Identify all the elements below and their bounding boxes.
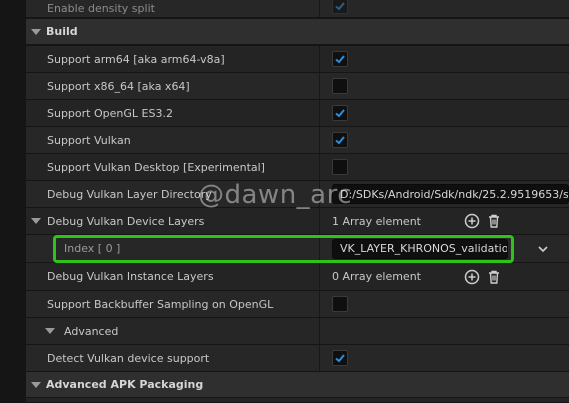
enable-density-split-label: Enable density split [47,2,155,15]
clear-elements-button[interactable] [485,268,503,286]
add-element-button[interactable] [463,212,481,230]
row-support-opengl-es32: Support OpenGL ES3.2 [26,100,569,127]
check-icon [335,354,345,363]
column-divider [319,0,320,17]
row-detect-vulkan-device-support: Detect Vulkan device support [26,345,569,372]
row-debug-vulkan-instance-layers: Debug Vulkan Instance Layers 0 Array ele… [26,263,569,291]
section-advanced-apk-packaging[interactable]: Advanced APK Packaging [26,372,569,398]
support-vulkan-label: Support Vulkan [47,133,131,147]
plus-circle-icon [464,213,480,229]
row-support-x86-64: Support x86_64 [aka x64] [26,73,569,100]
trash-icon [488,214,499,228]
row-support-arm64: Support arm64 [aka arm64-v8a] [26,46,569,73]
column-divider [319,46,320,72]
element-options-button[interactable] [534,240,552,258]
index-0-label: Index [ 0 ] [64,242,121,255]
column-divider [319,291,320,317]
column-divider [319,127,320,153]
add-element-button[interactable] [463,268,481,286]
expand-caret-icon[interactable] [31,218,41,224]
column-divider [319,100,320,126]
row-support-vulkan: Support Vulkan [26,127,569,154]
debug-vulkan-layer-directory-label: Debug Vulkan Layer Directory [47,187,212,201]
check-icon [335,1,345,10]
column-divider [319,345,320,371]
support-arm64-checkbox[interactable] [332,51,348,67]
column-divider [319,263,320,290]
trash-icon [488,270,499,284]
index-0-input[interactable]: VK_LAYER_KHRONOS_validation [332,238,508,259]
row-enable-density-split: Enable density split [26,0,569,18]
build-section-title: Build [46,25,78,38]
column-divider [319,318,320,344]
row-partial [26,398,569,403]
watermark-text: @dawn_arc [198,180,353,210]
advanced-apk-packaging-title: Advanced APK Packaging [46,378,204,391]
support-vulkan-desktop-checkbox[interactable] [332,159,348,175]
support-backbuffer-sampling-label: Support Backbuffer Sampling on OpenGL [47,297,274,311]
subsection-advanced[interactable]: Advanced [26,318,569,345]
collapse-caret-icon[interactable] [31,381,41,388]
support-x86-64-checkbox[interactable] [332,78,348,94]
debug-vulkan-instance-layers-label: Debug Vulkan Instance Layers [47,270,214,283]
chevron-down-icon [538,245,548,252]
advanced-subsection-title: Advanced [64,324,119,338]
left-gutter [0,0,26,403]
column-divider [319,154,320,180]
support-opengl-es32-checkbox[interactable] [332,105,348,121]
row-support-vulkan-desktop: Support Vulkan Desktop [Experimental] [26,154,569,181]
support-x86-64-label: Support x86_64 [aka x64] [47,79,190,93]
support-vulkan-desktop-label: Support Vulkan Desktop [Experimental] [47,160,265,174]
debug-vulkan-device-layers-label: Debug Vulkan Device Layers [47,214,205,228]
check-icon [335,136,345,145]
index-0-value: VK_LAYER_KHRONOS_validation [340,242,508,255]
collapse-caret-icon[interactable] [31,28,41,35]
instance-layers-count: 0 Array element [332,270,421,283]
section-build[interactable]: Build [26,19,569,45]
check-icon [335,55,345,64]
collapse-caret-icon[interactable] [45,328,55,334]
column-divider [319,208,320,234]
project-settings-panel: Enable density split Build Support arm64… [0,0,569,403]
column-divider [319,73,320,99]
row-debug-vulkan-device-layers: Debug Vulkan Device Layers 1 Array eleme… [26,208,569,235]
detect-vulkan-device-support-label: Detect Vulkan device support [47,351,210,365]
check-icon [335,109,345,118]
device-layers-count: 1 Array element [332,214,421,228]
layer-directory-value: D:/SDKs/Android/Sdk/ndk/25.2.9519653/sou… [340,187,569,201]
support-arm64-label: Support arm64 [aka arm64-v8a] [47,52,225,66]
clear-elements-button[interactable] [485,212,503,230]
detect-vulkan-device-support-checkbox[interactable] [332,350,348,366]
column-divider [319,235,320,262]
support-vulkan-checkbox[interactable] [332,132,348,148]
support-opengl-es32-label: Support OpenGL ES3.2 [47,106,173,120]
enable-density-split-checkbox[interactable] [332,0,348,14]
plus-circle-icon [464,269,480,284]
row-support-backbuffer-sampling: Support Backbuffer Sampling on OpenGL [26,291,569,318]
layer-directory-input[interactable]: D:/SDKs/Android/Sdk/ndk/25.2.9519653/sou… [332,184,569,204]
support-backbuffer-sampling-checkbox[interactable] [332,296,348,312]
row-index-0: Index [ 0 ] VK_LAYER_KHRONOS_validation [26,235,569,263]
